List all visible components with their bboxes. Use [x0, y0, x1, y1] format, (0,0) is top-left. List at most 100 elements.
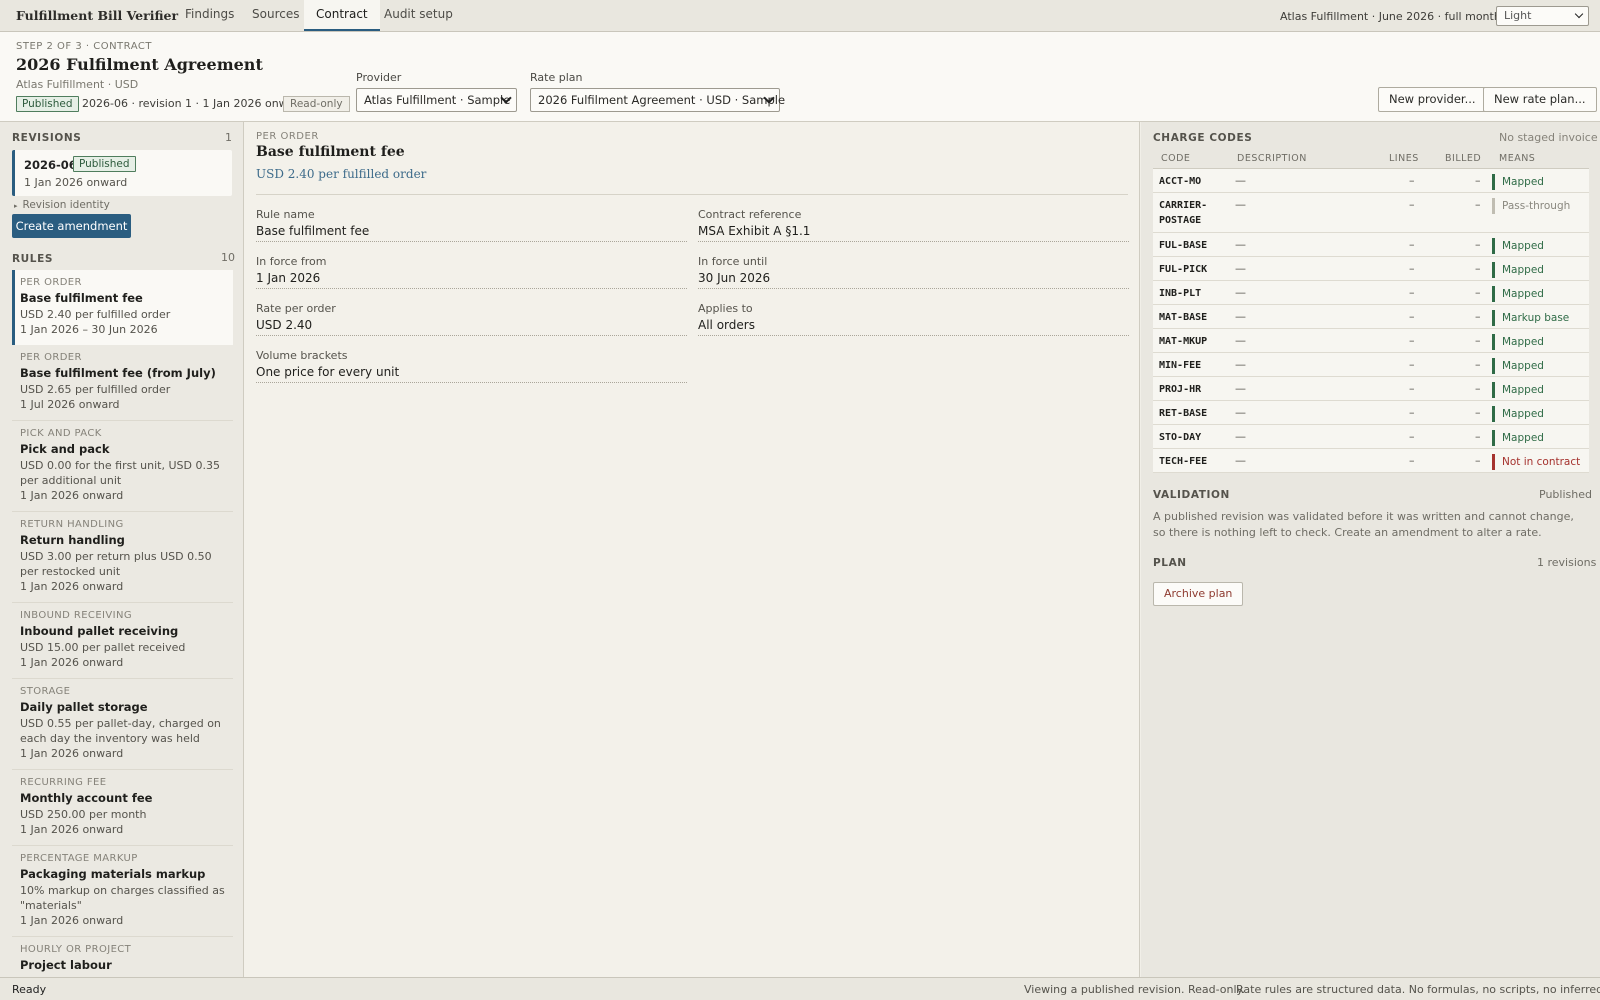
rule-kind: STORAGE [20, 686, 71, 697]
charge-description: — [1235, 334, 1246, 347]
rule-title: Packaging materials markup [20, 867, 206, 881]
step-indicator: STEP 2 OF 3 · CONTRACT [16, 41, 152, 52]
charge-codes-heading: CHARGE CODES [1153, 132, 1253, 144]
charge-code-row[interactable]: FUL-BASE — – – Mapped [1153, 233, 1589, 257]
new-rate-plan-button[interactable]: New rate plan... [1483, 87, 1597, 112]
charge-means: Not in contract [1492, 454, 1580, 470]
rule-item[interactable]: RETURN HANDLING Return handling USD 3.00… [12, 512, 233, 603]
field-value: Base fulfilment fee [256, 224, 370, 238]
chevron-down-icon [1574, 9, 1584, 19]
charge-description: — [1235, 262, 1246, 275]
field-label: In force until [698, 255, 768, 268]
status-rules-note: Rate rules are structured data. No formu… [1236, 983, 1600, 996]
staged-invoice-status: No staged invoice [1499, 131, 1598, 144]
rule-kind: INBOUND RECEIVING [20, 610, 133, 621]
charge-code-row[interactable]: INB-PLT — – – Mapped [1153, 281, 1589, 305]
charge-billed: – [1475, 198, 1481, 211]
field-value: MSA Exhibit A §1.1 [698, 224, 811, 238]
charge-billed: – [1475, 174, 1481, 187]
page-title: 2026 Fulfilment Agreement [16, 55, 263, 74]
charge-code-row[interactable]: STO-DAY — – – Mapped [1153, 425, 1589, 449]
audit-context-label: Atlas Fulfillment · June 2026 · full mon… [1280, 10, 1512, 23]
field-value: All orders [698, 318, 755, 332]
charge-lines: – [1409, 310, 1415, 323]
tab-contract[interactable]: Contract [304, 0, 380, 31]
revision-identity-toggle[interactable]: ▸ Revision identity [14, 199, 110, 211]
create-amendment-button[interactable]: Create amendment [12, 214, 131, 238]
charge-code-row[interactable]: FUL-PICK — – – Mapped [1153, 257, 1589, 281]
in-force-from-field: In force from 1 Jan 2026 [256, 255, 687, 289]
rule-item[interactable]: RECURRING FEE Monthly account fee USD 25… [12, 770, 233, 846]
charge-lines: – [1409, 454, 1415, 467]
rule-item[interactable]: PERCENTAGE MARKUP Packaging materials ma… [12, 846, 233, 937]
charge-code-row[interactable]: ACCT-MO — – – Mapped [1153, 169, 1589, 193]
charge-lines: – [1409, 430, 1415, 443]
revision-effective: 1 Jan 2026 onward [24, 176, 128, 189]
charge-code-row[interactable]: CARRIER-POSTAGE — – – Pass-through [1153, 193, 1589, 233]
charge-code-row[interactable]: PROJ-HR — – – Mapped [1153, 377, 1589, 401]
rule-item[interactable]: PER ORDER Base fulfilment fee (from July… [12, 345, 233, 421]
column-header-description: DESCRIPTION [1237, 153, 1307, 164]
tab-audit-setup[interactable]: Audit setup [372, 0, 465, 31]
rule-item[interactable]: HOURLY OR PROJECT Project labour [12, 937, 233, 977]
status-bar: Ready Viewing a published revision. Read… [0, 977, 1600, 1000]
column-header-code: CODE [1161, 153, 1191, 164]
charge-description: — [1235, 310, 1246, 323]
rule-dates: 1 Jan 2026 onward [20, 914, 124, 927]
tab-findings[interactable]: Findings [173, 0, 246, 31]
charge-code: RET-BASE [1159, 408, 1208, 419]
charge-billed: – [1475, 382, 1481, 395]
disclosure-triangle-icon: ▸ [14, 202, 18, 210]
page-subtitle: Atlas Fulfillment · USD [16, 78, 139, 91]
charge-means: Mapped [1492, 174, 1544, 190]
rules-count: 10 [221, 251, 235, 264]
rule-item[interactable]: PICK AND PACK Pick and pack USD 0.00 for… [12, 421, 233, 512]
rule-dates: 1 Jan 2026 onward [20, 747, 124, 760]
revisions-heading: REVISIONS [12, 132, 82, 144]
charge-code-row[interactable]: MIN-FEE — – – Mapped [1153, 353, 1589, 377]
column-header-billed: BILLED [1445, 153, 1482, 164]
charge-lines: – [1409, 262, 1415, 275]
revision-meta: 2026-06 · revision 1 · 1 Jan 2026 onward [82, 97, 306, 110]
charge-lines: – [1409, 382, 1415, 395]
charge-lines: – [1409, 238, 1415, 251]
rate-plan-label: Rate plan [530, 71, 583, 84]
tab-sources[interactable]: Sources [240, 0, 311, 31]
charge-description: — [1235, 198, 1246, 211]
charge-code-row[interactable]: MAT-BASE — – – Markup base [1153, 305, 1589, 329]
field-label: Volume brackets [256, 349, 348, 362]
revision-version: 2026-06 [24, 158, 77, 172]
charge-code: MAT-BASE [1159, 312, 1208, 323]
charge-code-row[interactable]: RET-BASE — – – Mapped [1153, 401, 1589, 425]
charge-description: — [1235, 430, 1246, 443]
rate-plan-select[interactable]: 2026 Fulfilment Agreement · USD · Sample [530, 88, 785, 112]
rule-description: USD 0.00 for the first unit, USD 0.35 pe… [20, 459, 220, 487]
new-provider-button[interactable]: New provider... [1378, 87, 1487, 112]
archive-plan-button[interactable]: Archive plan [1153, 582, 1244, 606]
field-value: 30 Jun 2026 [698, 271, 771, 285]
status-badge: Published [16, 96, 79, 112]
charge-code-row[interactable]: TECH-FEE — – – Not in contract [1153, 449, 1589, 473]
theme-select[interactable]: Light [1496, 6, 1589, 26]
rule-item[interactable]: PER ORDER Base fulfilment fee USD 2.40 p… [12, 270, 233, 345]
provider-select[interactable]: Atlas Fulfillment · Sample [356, 88, 517, 112]
provider-label: Provider [356, 71, 402, 84]
charge-code: MIN-FEE [1159, 360, 1202, 371]
charge-means: Pass-through [1492, 198, 1570, 214]
revision-card[interactable]: 2026-06 Published 1 Jan 2026 onward [12, 150, 232, 196]
charge-billed: – [1475, 358, 1481, 371]
rule-kind: HOURLY OR PROJECT [20, 944, 132, 955]
charge-lines: – [1409, 174, 1415, 187]
rule-dates: 1 Jul 2026 onward [20, 398, 120, 411]
charge-code: FUL-PICK [1159, 264, 1208, 275]
rule-dates: 1 Jan 2026 onward [20, 489, 124, 502]
rule-detail: PER ORDER Base fulfilment fee USD 2.40 p… [244, 122, 1140, 977]
rule-item[interactable]: STORAGE Daily pallet storage USD 0.55 pe… [12, 679, 233, 770]
validation-message: A published revision was validated befor… [1153, 510, 1574, 539]
rule-item[interactable]: INBOUND RECEIVING Inbound pallet receivi… [12, 603, 233, 679]
column-header-means: MEANS [1499, 153, 1536, 164]
applies-to-field: Applies to All orders [698, 302, 1129, 336]
charge-billed: – [1475, 262, 1481, 275]
charge-code-row[interactable]: MAT-MKUP — – – Mapped [1153, 329, 1589, 353]
validation-status: Published [1539, 488, 1592, 501]
